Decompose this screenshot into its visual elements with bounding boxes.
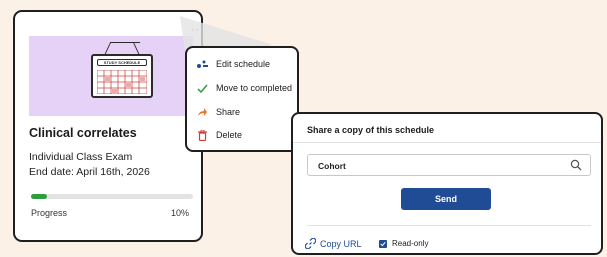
calendar-grid	[97, 70, 147, 94]
menu-item-share[interactable]: Share	[195, 104, 240, 120]
calendar-icon: STUDY SCHEDULE	[91, 54, 153, 98]
readonly-option[interactable]: Read-only	[379, 239, 428, 248]
share-panel: Share a copy of this schedule Cohort Sen…	[291, 112, 603, 255]
readonly-checkbox[interactable]	[379, 239, 387, 248]
progress-bar	[31, 194, 193, 199]
copy-url-link[interactable]: Copy URL	[305, 238, 362, 249]
share-panel-title: Share a copy of this schedule	[307, 125, 435, 135]
check-icon	[195, 84, 209, 93]
menu-item-edit-schedule[interactable]: Edit schedule	[195, 56, 270, 72]
progress-label: Progress	[31, 208, 68, 218]
link-icon	[305, 238, 316, 249]
context-menu: Edit schedule Move to completed Share De…	[185, 46, 299, 152]
search-input[interactable]: Cohort	[307, 154, 591, 176]
schedule-end-date: End date: April 16th, 2026	[29, 166, 150, 178]
readonly-label: Read-only	[392, 239, 429, 248]
schedule-title: Clinical correlates	[29, 126, 137, 140]
edit-schedule-icon	[195, 60, 209, 69]
search-input-value: Cohort	[318, 161, 346, 171]
menu-item-label: Move to completed	[216, 83, 293, 93]
checkmark-icon	[380, 241, 386, 246]
send-button[interactable]: Send	[401, 188, 491, 210]
menu-item-label: Share	[216, 107, 241, 117]
menu-item-delete[interactable]: Delete	[195, 127, 242, 143]
menu-item-label: Delete	[216, 130, 243, 140]
schedule-type: Individual Class Exam	[29, 151, 133, 163]
divider	[293, 142, 601, 143]
divider	[307, 225, 591, 226]
schedule-thumbnail: STUDY SCHEDULE	[29, 36, 193, 116]
menu-item-move-to-completed[interactable]: Move to completed	[195, 80, 292, 96]
progress-value: 10%	[170, 208, 189, 218]
thumbnail-label: STUDY SCHEDULE	[97, 59, 147, 66]
menu-item-label: Edit schedule	[216, 59, 271, 69]
share-arrow-icon	[195, 107, 209, 117]
progress-bar-fill	[31, 194, 48, 199]
search-icon[interactable]	[570, 159, 582, 171]
copy-url-label: Copy URL	[320, 238, 362, 249]
trash-icon	[195, 129, 209, 141]
